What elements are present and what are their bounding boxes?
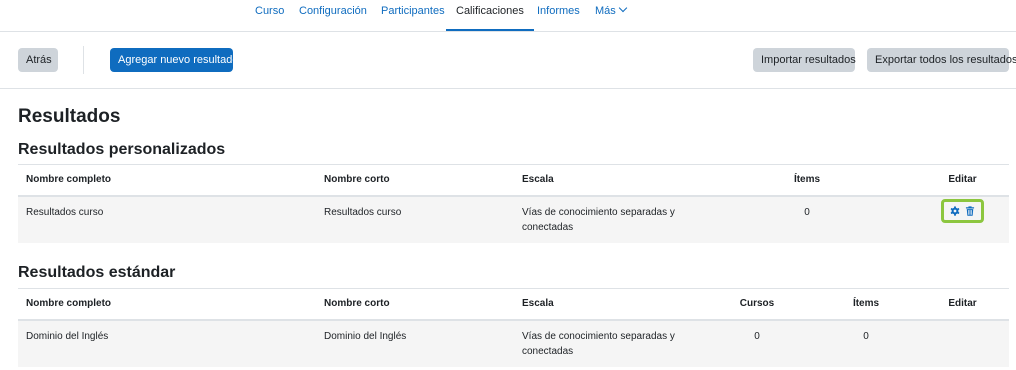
toolbar-divider [83, 46, 84, 74]
col-header-short-name: Nombre corto [316, 288, 514, 321]
tab-configuracion[interactable]: Configuración [299, 0, 367, 31]
import-outcomes-button[interactable]: Importar resultados [753, 48, 856, 72]
export-all-outcomes-button[interactable]: Exportar todos los resultados [867, 48, 1016, 72]
edit-actions [941, 198, 984, 223]
tab-participantes[interactable]: Participantes [381, 0, 445, 31]
custom-outcomes-table: Nombre completo Nombre corto Escala Ítem… [18, 164, 1009, 243]
cell-scale: Vías de conocimiento separadas y conecta… [514, 195, 698, 243]
tab-informes[interactable]: Informes [537, 0, 580, 31]
standard-outcomes-table: Nombre completo Nombre corto Escala Curs… [18, 288, 1009, 367]
secondary-navigation: Curso Configuración Participantes Califi… [0, 0, 1016, 32]
col-header-edit: Editar [916, 164, 1009, 197]
standard-outcomes-heading: Resultados estándar [18, 264, 176, 281]
tab-mas[interactable]: Más [595, 0, 628, 31]
cell-items: 0 [816, 319, 916, 367]
col-header-scale: Escala [514, 288, 698, 321]
cell-full-name: Resultados curso [18, 195, 316, 243]
trash-icon[interactable] [965, 205, 975, 216]
cell-edit [916, 195, 1009, 243]
table-row: Dominio del Inglés Dominio del Inglés Ví… [18, 319, 1009, 367]
table-header-row: Nombre completo Nombre corto Escala Ítem… [18, 164, 1009, 197]
toolbar-separator [0, 88, 1016, 89]
col-header-items: Ítems [816, 288, 916, 321]
cell-short-name: Dominio del Inglés [316, 319, 514, 367]
cell-courses: 0 [698, 319, 816, 367]
cell-scale: Vías de conocimiento separadas y conecta… [514, 319, 698, 367]
cell-short-name: Resultados curso [316, 195, 514, 243]
table-header-row: Nombre completo Nombre corto Escala Curs… [18, 288, 1009, 321]
col-header-edit: Editar [916, 288, 1009, 321]
add-outcome-button[interactable]: Agregar nuevo resultado [110, 48, 238, 72]
gear-icon[interactable] [950, 205, 960, 216]
chevron-down-icon [618, 3, 628, 13]
tab-curso[interactable]: Curso [255, 0, 284, 31]
col-header-full-name: Nombre completo [18, 288, 316, 321]
cell-items: 0 [698, 195, 916, 243]
col-header-courses: Cursos [698, 288, 816, 321]
custom-outcomes-heading: Resultados personalizados [18, 141, 226, 158]
col-header-short-name: Nombre corto [316, 164, 514, 197]
page-title: Resultados [18, 106, 121, 127]
col-header-full-name: Nombre completo [18, 164, 316, 197]
back-button[interactable]: Atrás [18, 48, 58, 72]
col-header-items: Ítems [698, 164, 916, 197]
cell-full-name: Dominio del Inglés [18, 319, 316, 367]
tab-calificaciones[interactable]: Calificaciones [446, 0, 534, 31]
tab-mas-label: Más [595, 5, 616, 17]
cell-edit [916, 319, 1009, 367]
table-row: Resultados curso Resultados curso Vías d… [18, 195, 1009, 243]
col-header-scale: Escala [514, 164, 698, 197]
